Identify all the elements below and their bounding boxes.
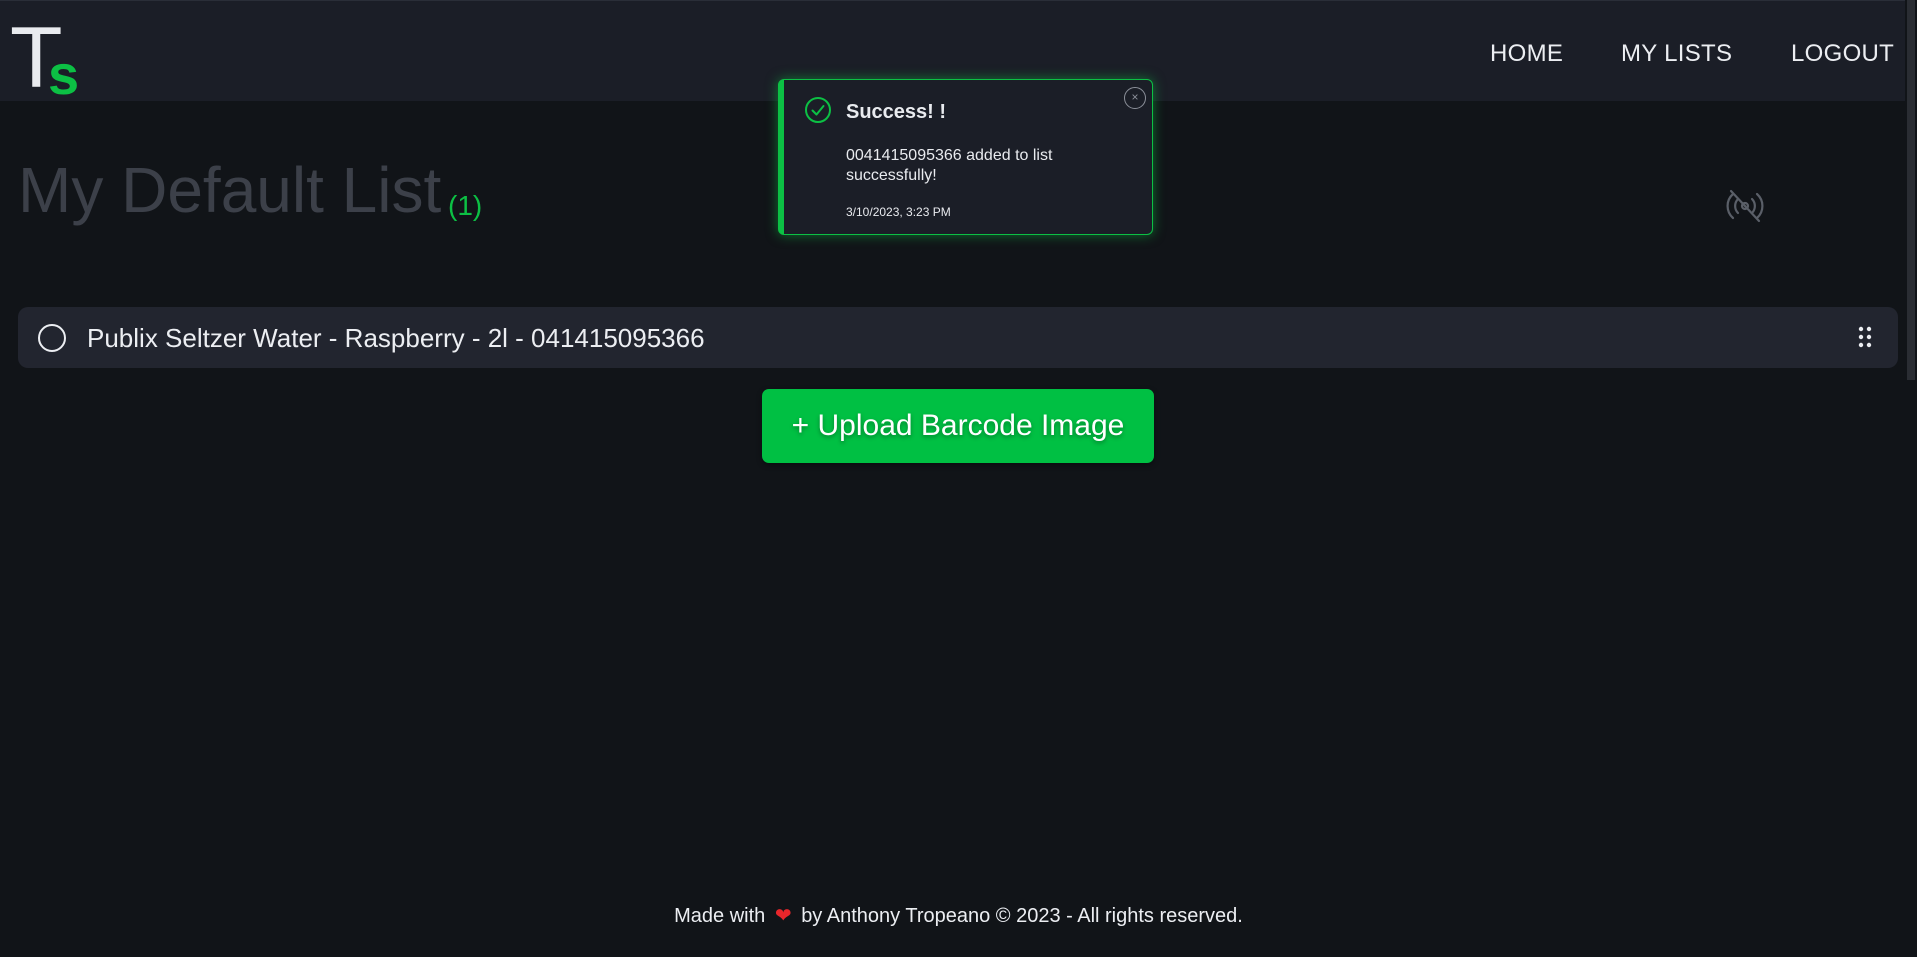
toast-title: Success! ! [846, 101, 947, 123]
toast-message: 0041415095366 added to list successfully… [846, 147, 1053, 184]
check-circle-icon [805, 97, 831, 123]
item-checkbox[interactable] [38, 324, 66, 352]
footer: Made with ❤ by Anthony Tropeano © 2023 -… [0, 903, 1917, 928]
page-title: My Default List [18, 154, 442, 226]
list-item[interactable]: Publix Seltzer Water - Raspberry - 2l - … [18, 307, 1898, 368]
offline-broadcast-icon[interactable] [1725, 188, 1765, 224]
toast-timestamp: 3/10/2023, 3:23 PM [846, 205, 951, 219]
upload-barcode-button[interactable]: + Upload Barcode Image [762, 389, 1154, 463]
list-item-count: (1) [448, 190, 483, 221]
nav-my-lists-link[interactable]: MY LISTS [1621, 40, 1732, 68]
close-icon[interactable]: × [1124, 87, 1146, 109]
drag-handle-icon[interactable] [1857, 325, 1873, 349]
app-logo[interactable]: T s [10, 15, 90, 103]
item-label: Publix Seltzer Water - Raspberry - 2l - … [87, 323, 705, 353]
success-toast: Success! ! × 0041415095366 added to list… [778, 79, 1153, 235]
page-scrollbar[interactable] [1905, 0, 1917, 957]
heart-icon: ❤ [774, 905, 792, 927]
nav-home-link[interactable]: HOME [1490, 40, 1563, 68]
logo-letter-s: s [48, 43, 80, 106]
footer-text-after: by Anthony Tropeano © 2023 - All rights … [801, 905, 1243, 927]
nav-logout-link[interactable]: LOGOUT [1791, 40, 1894, 68]
scrollbar-thumb[interactable] [1907, 0, 1915, 380]
footer-text-before: Made with [674, 905, 766, 927]
